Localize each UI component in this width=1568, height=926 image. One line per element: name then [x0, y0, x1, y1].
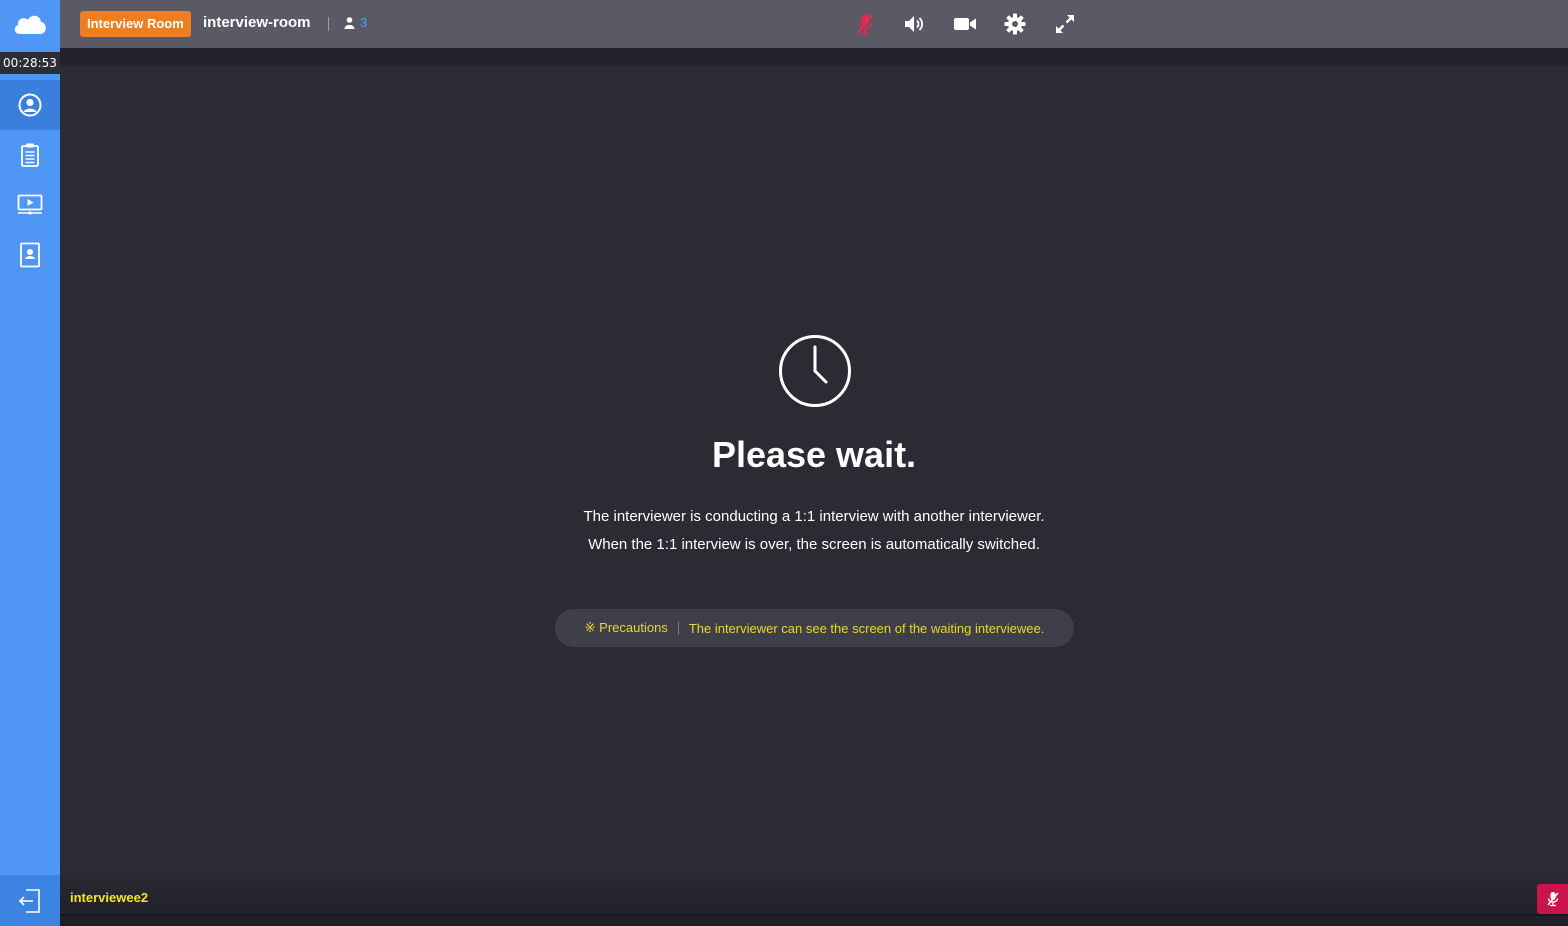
participant-strip [60, 866, 1568, 926]
contact-card-icon [20, 242, 40, 268]
participant-mic-status [1537, 884, 1568, 914]
room-name: interview-room [203, 14, 311, 31]
clipboard-icon [21, 143, 39, 167]
waiting-panel: Please wait. The interviewer is conducti… [60, 66, 1568, 866]
sidebar-item-clipboard[interactable] [0, 130, 60, 180]
speaker-button[interactable] [899, 10, 929, 38]
page-title: Please wait. [711, 434, 917, 475]
precautions-label: ※ Precautions [584, 620, 668, 635]
mic-toggle-button[interactable] [850, 10, 880, 38]
exit-button[interactable] [0, 875, 60, 926]
fullscreen-button[interactable] [1050, 10, 1080, 38]
sidebar-item-screen[interactable] [0, 180, 60, 230]
precautions-notice: ※ Precautions The interviewer can see th… [555, 609, 1074, 647]
person-icon [344, 16, 355, 29]
sub-bar [60, 48, 1568, 66]
speaker-icon [905, 16, 924, 32]
screen-share-icon [17, 194, 43, 215]
room-type-badge: Interview Room [80, 11, 191, 37]
description-line-1: The interviewer is conducting a 1:1 inte… [583, 508, 1045, 525]
top-bar: Interview Room interview-room 3 [60, 0, 1568, 48]
cloud-logo-icon [0, 0, 60, 48]
exit-icon [18, 888, 40, 913]
sidebar-item-contact[interactable] [0, 230, 60, 280]
mic-muted-icon [857, 14, 873, 35]
divider [328, 17, 329, 31]
sidebar: 00:28:53 [0, 0, 60, 926]
session-timer: 00:28:53 [0, 52, 60, 74]
camera-icon [954, 18, 976, 30]
participant-count-value: 3 [360, 15, 368, 30]
bottom-divider [60, 914, 1568, 916]
mic-muted-icon [1546, 892, 1559, 907]
notice-divider [677, 621, 679, 635]
settings-button[interactable] [1000, 10, 1030, 38]
precautions-text: The interviewer can see the screen of th… [688, 620, 1045, 636]
camera-button[interactable] [950, 10, 980, 38]
description-line-2: When the 1:1 interview is over, the scre… [588, 536, 1040, 553]
sidebar-item-profile[interactable] [0, 80, 60, 130]
participant-name: interviewee2 [70, 890, 149, 905]
participant-count[interactable]: 3 [344, 15, 367, 30]
user-profile-icon [18, 93, 42, 117]
settings-gear-icon [1004, 13, 1026, 35]
fullscreen-icon [1056, 15, 1074, 33]
clock-icon [779, 335, 851, 407]
